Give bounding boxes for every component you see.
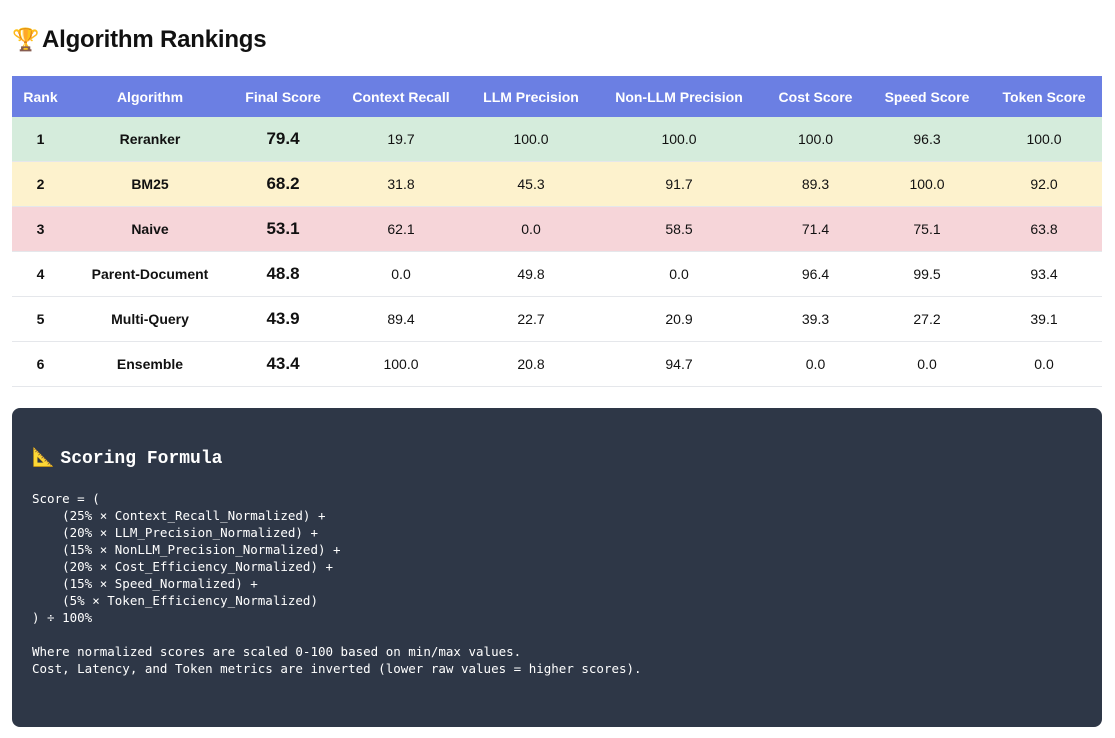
column-header-algorithm[interactable]: Algorithm — [69, 76, 231, 117]
llm-precision-cell: 45.3 — [467, 161, 595, 207]
algorithm-cell: Naive — [69, 206, 231, 252]
speed-score-cell: 27.2 — [868, 296, 986, 342]
cost-score-cell: 96.4 — [763, 251, 868, 297]
cost-score-cell: 39.3 — [763, 296, 868, 342]
algorithm-cell: Multi-Query — [69, 296, 231, 342]
triangular-ruler-icon: 📐 — [32, 447, 55, 468]
non-llm-precision-cell: 20.9 — [595, 296, 763, 342]
speed-score-cell: 100.0 — [868, 161, 986, 207]
rank-cell: 2 — [12, 161, 69, 207]
llm-precision-cell: 100.0 — [467, 117, 595, 162]
non-llm-precision-cell: 94.7 — [595, 341, 763, 387]
formula-title-text: Scoring Formula — [60, 449, 223, 469]
cost-score-cell: 0.0 — [763, 341, 868, 387]
final-score-cell: 43.9 — [231, 296, 335, 342]
rank-cell: 3 — [12, 206, 69, 252]
non-llm-precision-cell: 100.0 — [595, 117, 763, 162]
table-row: 2 BM25 68.2 31.8 45.3 91.7 89.3 100.0 92… — [12, 161, 1102, 207]
table-row: 5 Multi-Query 43.9 89.4 22.7 20.9 39.3 2… — [12, 296, 1102, 342]
page-title-text: Algorithm Rankings — [42, 26, 267, 53]
algorithm-cell: Reranker — [69, 117, 231, 162]
table-row: 4 Parent-Document 48.8 0.0 49.8 0.0 96.4… — [12, 251, 1102, 297]
context-recall-cell: 0.0 — [335, 251, 467, 297]
page-title: 🏆 Algorithm Rankings — [12, 24, 267, 56]
column-header-non-llm-precision[interactable]: Non-LLM Precision — [595, 76, 763, 117]
token-score-cell: 92.0 — [986, 161, 1102, 207]
speed-score-cell: 96.3 — [868, 117, 986, 162]
final-score-cell: 43.4 — [231, 341, 335, 387]
speed-score-cell: 99.5 — [868, 251, 986, 297]
table-row: 3 Naive 53.1 62.1 0.0 58.5 71.4 75.1 63.… — [12, 206, 1102, 252]
non-llm-precision-cell: 0.0 — [595, 251, 763, 297]
context-recall-cell: 19.7 — [335, 117, 467, 162]
non-llm-precision-cell: 91.7 — [595, 161, 763, 207]
llm-precision-cell: 49.8 — [467, 251, 595, 297]
column-header-rank[interactable]: Rank — [12, 76, 69, 117]
llm-precision-cell: 22.7 — [467, 296, 595, 342]
trophy-icon: 🏆 — [12, 27, 40, 52]
table-row: 6 Ensemble 43.4 100.0 20.8 94.7 0.0 0.0 … — [12, 341, 1102, 387]
column-header-llm-precision[interactable]: LLM Precision — [467, 76, 595, 117]
final-score-cell: 48.8 — [231, 251, 335, 297]
final-score-cell: 68.2 — [231, 161, 335, 207]
speed-score-cell: 75.1 — [868, 206, 986, 252]
token-score-cell: 39.1 — [986, 296, 1102, 342]
algorithm-cell: Ensemble — [69, 341, 231, 387]
algorithm-cell: BM25 — [69, 161, 231, 207]
context-recall-cell: 100.0 — [335, 341, 467, 387]
rank-cell: 1 — [12, 117, 69, 162]
rank-cell: 4 — [12, 251, 69, 297]
final-score-cell: 53.1 — [231, 206, 335, 252]
column-header-token-score[interactable]: Token Score — [986, 76, 1102, 117]
llm-precision-cell: 20.8 — [467, 341, 595, 387]
cost-score-cell: 89.3 — [763, 161, 868, 207]
context-recall-cell: 31.8 — [335, 161, 467, 207]
table-row: 1 Reranker 79.4 19.7 100.0 100.0 100.0 9… — [12, 117, 1102, 162]
table-header-row: Rank Algorithm Final Score Context Recal… — [12, 76, 1102, 117]
algorithm-cell: Parent-Document — [69, 251, 231, 297]
context-recall-cell: 89.4 — [335, 296, 467, 342]
token-score-cell: 0.0 — [986, 341, 1102, 387]
column-header-cost-score[interactable]: Cost Score — [763, 76, 868, 117]
rank-cell: 5 — [12, 296, 69, 342]
cost-score-cell: 71.4 — [763, 206, 868, 252]
llm-precision-cell: 0.0 — [467, 206, 595, 252]
non-llm-precision-cell: 58.5 — [595, 206, 763, 252]
rankings-table: Rank Algorithm Final Score Context Recal… — [12, 76, 1102, 387]
column-header-speed-score[interactable]: Speed Score — [868, 76, 986, 117]
context-recall-cell: 62.1 — [335, 206, 467, 252]
token-score-cell: 93.4 — [986, 251, 1102, 297]
column-header-context-recall[interactable]: Context Recall — [335, 76, 467, 117]
rank-cell: 6 — [12, 341, 69, 387]
final-score-cell: 79.4 — [231, 117, 335, 162]
token-score-cell: 100.0 — [986, 117, 1102, 162]
token-score-cell: 63.8 — [986, 206, 1102, 252]
scoring-formula-panel: 📐 Scoring Formula Score = ( (25% × Contex… — [12, 408, 1102, 727]
speed-score-cell: 0.0 — [868, 341, 986, 387]
formula-title: 📐 Scoring Formula — [32, 446, 222, 471]
formula-text: Score = ( (25% × Context_Recall_Normaliz… — [32, 491, 642, 676]
cost-score-cell: 100.0 — [763, 117, 868, 162]
column-header-final-score[interactable]: Final Score — [231, 76, 335, 117]
